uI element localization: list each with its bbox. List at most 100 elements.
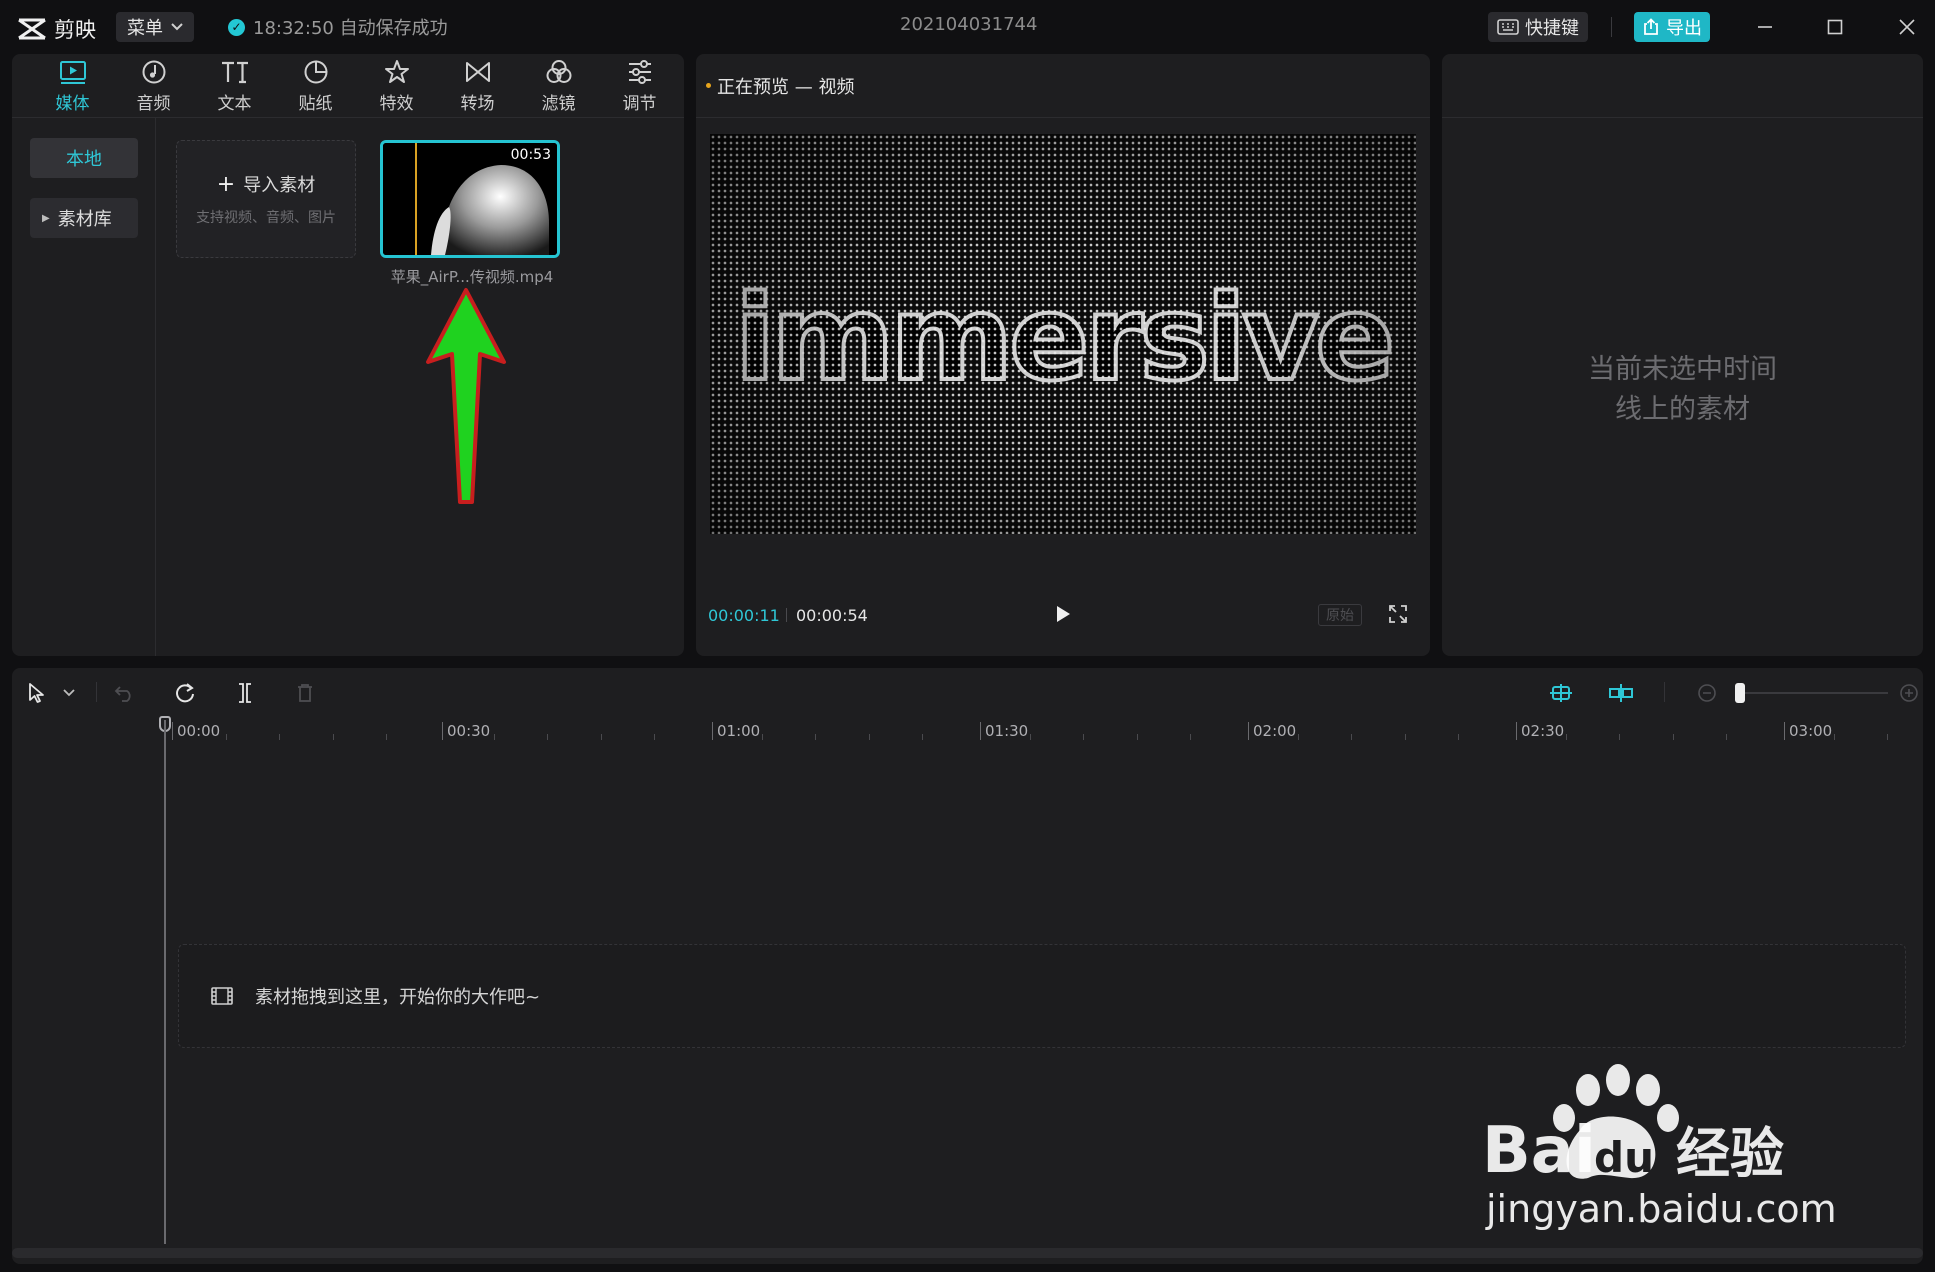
- sidebar-item-local[interactable]: 本地: [30, 138, 138, 178]
- redo-icon: [176, 683, 194, 703]
- ruler-minor-tick: [225, 734, 227, 740]
- ruler-minor-tick: [815, 734, 817, 740]
- maximize-icon: [1827, 19, 1843, 35]
- trash-icon: [298, 684, 312, 702]
- total-time: 00:00:54: [796, 606, 868, 625]
- empty-line-2: 线上的素材: [1615, 394, 1750, 425]
- export-icon: [1644, 18, 1658, 35]
- tab-adjust[interactable]: 调节: [599, 54, 680, 118]
- ruler-tick-label: 03:00: [1784, 722, 1832, 740]
- chevron-down-icon: [171, 23, 183, 31]
- tab-media[interactable]: 媒体: [32, 54, 113, 118]
- minimize-icon: [1758, 26, 1772, 28]
- ruler-minor-tick: [1726, 734, 1728, 740]
- clip-filename: 苹果_AirP...传视频.mp4: [390, 268, 554, 286]
- import-media-button[interactable]: + 导入素材 支持视频、音频、图片: [176, 140, 356, 258]
- sidebar-item-library[interactable]: ▶ 素材库: [30, 198, 138, 238]
- link-icon: [1609, 684, 1633, 702]
- ruler-minor-tick: [279, 734, 281, 740]
- export-button[interactable]: 导出: [1634, 12, 1710, 42]
- tab-effect[interactable]: 特效: [356, 54, 437, 118]
- ruler-minor-tick: [1619, 734, 1621, 740]
- tab-label: 调节: [622, 93, 657, 114]
- close-icon: [1899, 19, 1915, 35]
- divider: [96, 682, 97, 702]
- play-button[interactable]: [1054, 604, 1072, 628]
- video-vignette: [710, 134, 1416, 534]
- zoom-in-button[interactable]: [1896, 680, 1922, 706]
- sticker-icon: [304, 59, 328, 83]
- media-icon: [59, 60, 86, 84]
- autosave-status: ✓ 18:32:50 自动保存成功: [228, 14, 448, 40]
- minimize-button[interactable]: [1750, 12, 1780, 42]
- snap-toggle-button[interactable]: [1548, 680, 1574, 706]
- transition-icon: [465, 61, 490, 82]
- preview-header: 正在预览 — 视频: [696, 54, 1430, 118]
- app-name: 剪映: [54, 18, 96, 42]
- current-time: 00:00:11: [708, 606, 780, 625]
- ruler-minor-tick: [1565, 734, 1567, 740]
- media-clip-thumbnail[interactable]: 00:53: [380, 140, 560, 258]
- ruler-minor-tick: [493, 734, 495, 740]
- tab-audio[interactable]: 音频: [113, 54, 194, 118]
- preview-title: 正在预览 — 视频: [717, 76, 855, 98]
- properties-header: [1442, 54, 1923, 118]
- sidebar-item-label: 素材库: [57, 209, 112, 230]
- undo-icon: [114, 686, 131, 702]
- zoom-in-icon: [1900, 684, 1918, 702]
- ruler-minor-tick: [1190, 734, 1192, 740]
- ruler-minor-tick: [547, 734, 549, 740]
- timeline-drop-zone[interactable]: 素材拖拽到这里，开始你的大作吧~: [178, 944, 1906, 1048]
- import-subtitle: 支持视频、音频、图片: [196, 210, 336, 226]
- tab-filter[interactable]: 滤镜: [518, 54, 599, 118]
- watermark-url: jingyan.baidu.com: [1485, 1187, 1837, 1230]
- timeline-ruler[interactable]: 00:00 00:30 01:00 01:30 02:00 02:30 03:0…: [12, 716, 1923, 746]
- preview-panel: 正在预览 — 视频 immersive 00:00:11 00:00:54 原始: [696, 54, 1430, 656]
- shortcut-button[interactable]: 快捷键: [1488, 12, 1588, 42]
- fullscreen-button[interactable]: [1388, 604, 1408, 628]
- select-tool-button[interactable]: [24, 680, 50, 706]
- caret-right-icon: ▶: [42, 212, 50, 224]
- play-icon: [1057, 606, 1070, 622]
- import-title: + 导入素材: [217, 171, 315, 197]
- ratio-button[interactable]: 原始: [1318, 604, 1362, 626]
- tab-sticker[interactable]: 贴纸: [275, 54, 356, 118]
- effect-icon: [384, 59, 409, 83]
- ruler-tick-label: 01:00: [712, 722, 760, 740]
- maximize-button[interactable]: [1820, 12, 1850, 42]
- tool-dropdown-button[interactable]: [56, 680, 82, 706]
- media-panel: 媒体 音频 文本 贴纸 特效 转场 滤镜 调节 本地 ▶ 素材库 + 导入素材 …: [12, 54, 684, 656]
- menu-button[interactable]: 菜单: [116, 12, 194, 42]
- zoom-out-button[interactable]: [1694, 680, 1720, 706]
- zoom-slider-handle[interactable]: [1735, 683, 1745, 703]
- capcut-logo-icon: [18, 18, 46, 40]
- ruler-minor-tick: [922, 734, 924, 740]
- timeline-scrollbar[interactable]: [12, 1248, 1923, 1258]
- ruler-minor-tick: [332, 734, 334, 740]
- redo-button[interactable]: [172, 680, 198, 706]
- undo-button[interactable]: [112, 680, 138, 706]
- title-bar: 剪映 菜单 ✓ 18:32:50 自动保存成功 202104031744 快捷键…: [0, 0, 1935, 54]
- media-tabs: 媒体 音频 文本 贴纸 特效 转场 滤镜 调节: [12, 54, 684, 118]
- zoom-slider-track[interactable]: [1742, 692, 1888, 694]
- tab-text[interactable]: 文本: [194, 54, 275, 118]
- autosave-text: 18:32:50 自动保存成功: [253, 18, 448, 39]
- tab-label: 文本: [217, 93, 252, 114]
- zoom-out-icon: [1698, 684, 1716, 702]
- cursor-icon: [29, 683, 44, 703]
- filter-icon: [546, 59, 571, 83]
- project-title: 202104031744: [900, 14, 1038, 35]
- ruler-minor-tick: [868, 734, 870, 740]
- linkage-toggle-button[interactable]: [1608, 680, 1634, 706]
- close-button[interactable]: [1892, 12, 1922, 42]
- playhead-line[interactable]: [164, 720, 166, 1244]
- tab-transition[interactable]: 转场: [437, 54, 518, 118]
- video-player[interactable]: immersive: [710, 134, 1416, 534]
- delete-button[interactable]: [292, 680, 318, 706]
- ruler-minor-tick: [1083, 734, 1085, 740]
- ruler-minor-tick: [1887, 734, 1889, 740]
- split-button[interactable]: [232, 680, 258, 706]
- adjust-icon: [628, 59, 651, 84]
- ruler-minor-tick: [1351, 734, 1353, 740]
- ruler-tick-label: 02:30: [1516, 722, 1564, 740]
